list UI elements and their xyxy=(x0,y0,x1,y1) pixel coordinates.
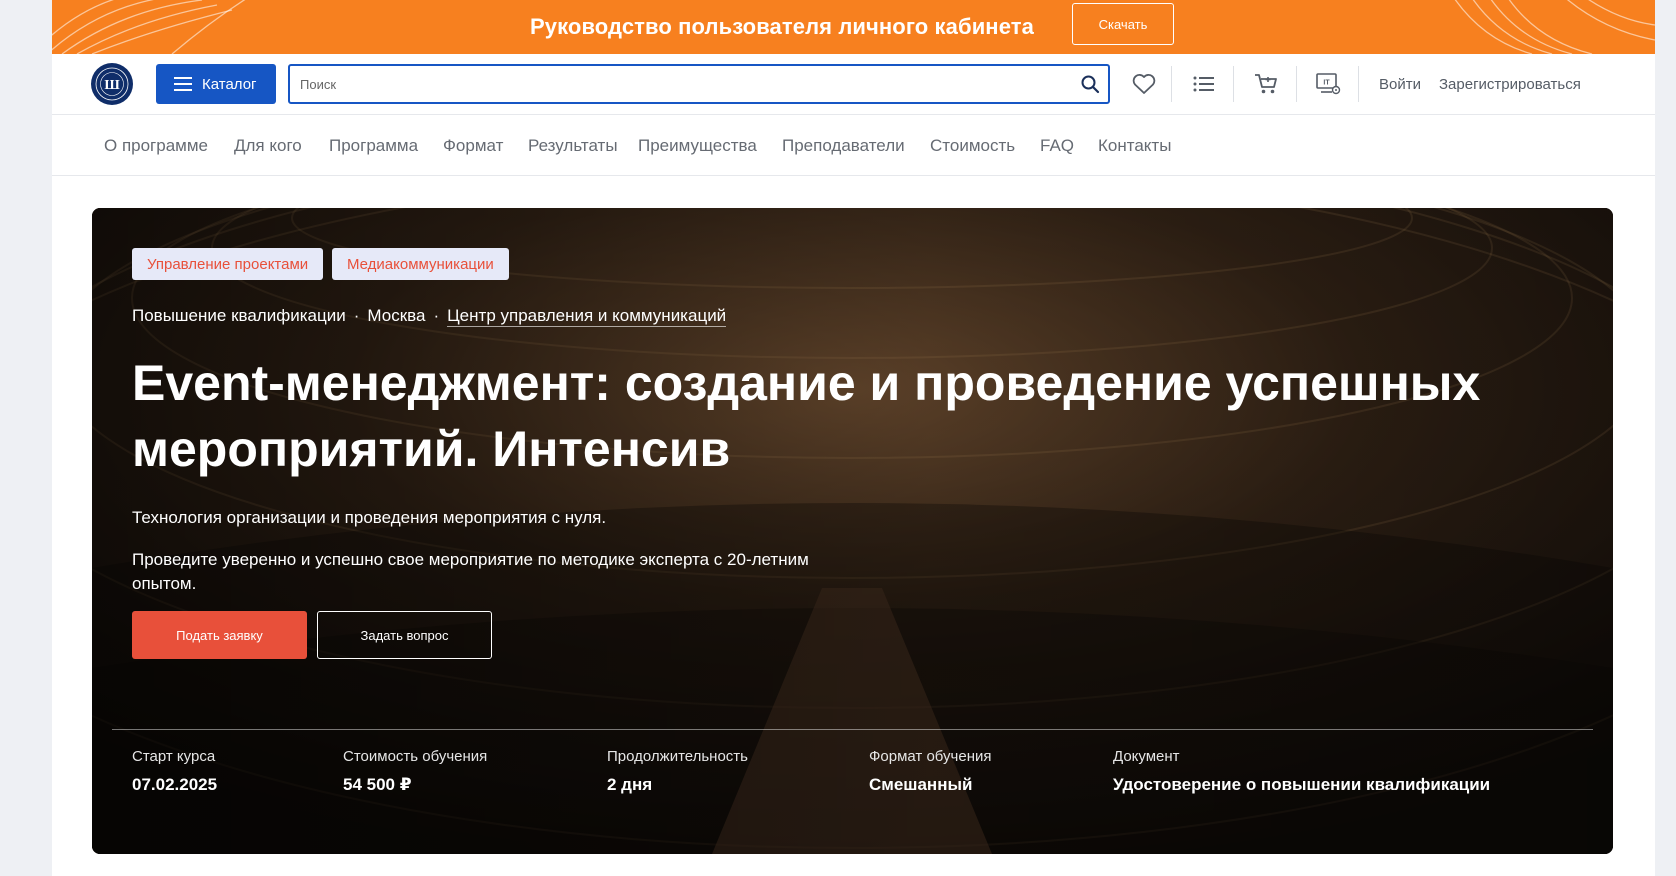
nav-about[interactable]: О программе xyxy=(104,136,208,156)
page-title: Event-менеджмент: создание и проведение … xyxy=(132,355,1481,477)
banner-decoration-right xyxy=(1454,0,1655,54)
search-icon[interactable] xyxy=(1080,74,1100,99)
cart-icon[interactable] xyxy=(1252,70,1280,98)
hero-description-1: Технология организации и проведения меро… xyxy=(132,508,607,527)
fact-label: Стоимость обучения xyxy=(343,748,488,765)
fact-value: Удостоверение о повышении квалификации xyxy=(1113,775,1491,794)
fact-value: 2 дня xyxy=(607,775,653,794)
nav-cost[interactable]: Стоимость xyxy=(930,136,1015,156)
breadcrumb: Повышение квалификации · Москва · Центр … xyxy=(132,306,727,327)
ask-question-button[interactable]: Задать вопрос xyxy=(317,611,492,659)
header-divider xyxy=(1296,66,1297,102)
fact-start-date: Старт курса 07.02.2025 xyxy=(132,748,217,795)
page: Руководство пользователя личного кабинет… xyxy=(52,0,1655,876)
fact-duration: Продолжительность 2 дня xyxy=(607,748,748,795)
fact-cost: Стоимость обучения 54 500 ₽ xyxy=(343,748,487,795)
fact-label: Документ xyxy=(1113,748,1180,765)
nav-teachers[interactable]: Преподаватели xyxy=(782,136,905,156)
fact-value: 07.02.2025 xyxy=(132,775,218,794)
search-input[interactable] xyxy=(300,66,1060,102)
nav-faq[interactable]: FAQ xyxy=(1040,136,1074,156)
header-divider xyxy=(1171,66,1172,102)
tag-media-communications[interactable]: Медиакоммуникации xyxy=(332,248,509,280)
hero-divider xyxy=(112,729,1593,730)
site-header: Ш Каталог IT Войти Зарегистрир xyxy=(52,54,1655,115)
svg-text:IT: IT xyxy=(1323,80,1330,87)
search-box xyxy=(288,64,1110,104)
catalog-label: Каталог xyxy=(202,75,257,93)
heart-icon[interactable] xyxy=(1130,70,1158,98)
fact-label: Старт курса xyxy=(132,748,216,765)
fact-value: Смешанный xyxy=(869,775,973,794)
banner-title: Руководство пользователя личного кабинет… xyxy=(530,14,1034,39)
download-button[interactable]: Скачать xyxy=(1072,3,1174,45)
svg-text:Ш: Ш xyxy=(104,78,120,93)
breadcrumb-separator: · xyxy=(353,306,360,325)
nav-audience[interactable]: Для кого xyxy=(234,136,302,156)
banner-decoration-left xyxy=(52,0,246,54)
nav-advantages[interactable]: Преимущества xyxy=(638,136,757,156)
catalog-button[interactable]: Каталог xyxy=(156,64,276,104)
fact-value: 54 500 ₽ xyxy=(343,775,412,794)
tag-project-management[interactable]: Управление проектами xyxy=(132,248,324,280)
fact-document: Документ Удостоверение о повышении квали… xyxy=(1113,748,1490,795)
breadcrumb-type: Повышение квалификации xyxy=(132,306,346,325)
nav-format[interactable]: Формат xyxy=(443,136,503,156)
breadcrumb-center-link[interactable]: Центр управления и коммуникаций xyxy=(447,306,727,327)
list-icon[interactable] xyxy=(1190,70,1218,98)
it-computer-icon[interactable]: IT xyxy=(1314,70,1342,98)
breadcrumb-separator: · xyxy=(433,306,440,325)
hse-logo-icon[interactable]: Ш xyxy=(91,63,133,105)
fact-label: Формат обучения xyxy=(869,748,992,765)
header-divider xyxy=(1233,66,1234,102)
nav-contacts[interactable]: Контакты xyxy=(1098,136,1171,156)
nav-program[interactable]: Программа xyxy=(329,136,418,156)
header-divider xyxy=(1358,66,1359,102)
fact-format: Формат обучения Смешанный xyxy=(869,748,992,795)
register-link[interactable]: Зарегистрироваться xyxy=(1439,76,1581,93)
login-link[interactable]: Войти xyxy=(1379,76,1421,93)
top-banner: Руководство пользователя личного кабинет… xyxy=(52,0,1655,54)
apply-button[interactable]: Подать заявку xyxy=(132,611,307,659)
breadcrumb-city: Москва xyxy=(367,306,426,325)
hero-section: Управление проектами Медиакоммуникации П… xyxy=(92,208,1613,854)
fact-label: Продолжительность xyxy=(607,748,748,765)
menu-icon xyxy=(174,77,192,91)
nav-results[interactable]: Результаты xyxy=(528,136,618,156)
hero-description-2: Проведите уверенно и успешно свое меропр… xyxy=(132,550,809,593)
section-nav: О программе Для кого Программа Формат Ре… xyxy=(52,115,1655,176)
